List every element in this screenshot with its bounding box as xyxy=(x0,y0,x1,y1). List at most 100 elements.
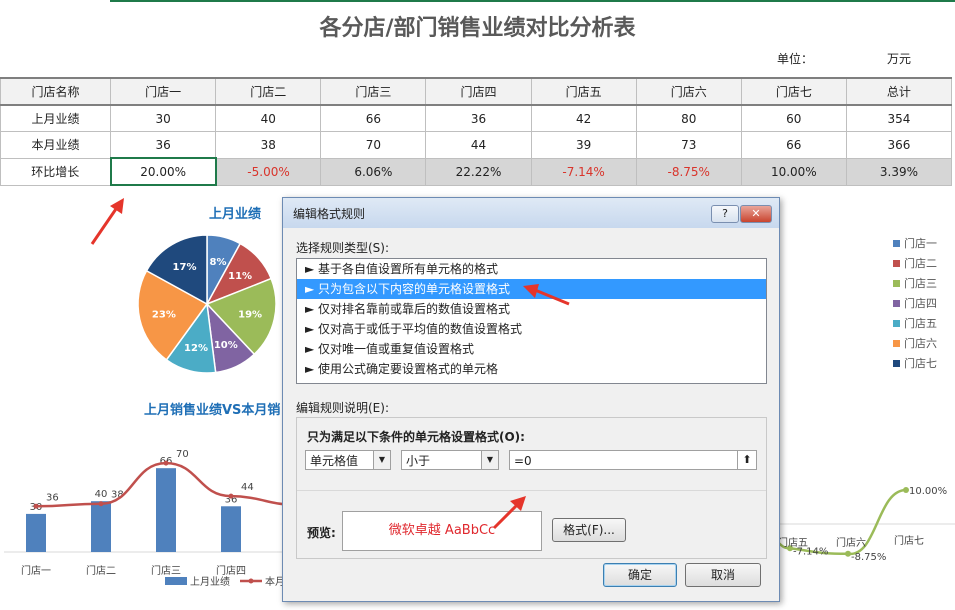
cell-value-select-value: 单元格值 xyxy=(310,454,359,468)
table-cell[interactable]: 60 xyxy=(740,104,847,132)
legend-item: 门店六 xyxy=(893,333,937,353)
table-row: 本月业绩 36 38 70 44 39 73 66 366 xyxy=(0,131,953,159)
pie-slice-label: 12% xyxy=(184,343,208,354)
pie-slice-label: 17% xyxy=(173,262,197,273)
ok-button[interactable]: 确定 xyxy=(603,563,677,587)
legend-label: 门店二 xyxy=(904,257,937,270)
unit-label: 单位： xyxy=(777,52,814,66)
table-cell[interactable]: 6.06% xyxy=(320,157,427,186)
table-cell[interactable]: -8.75% xyxy=(635,157,742,186)
header-cell[interactable]: 门店四 xyxy=(425,77,532,106)
x-tick-label: 门店三 xyxy=(151,564,181,577)
growth-line-chart[interactable]: -7.14%门店五-8.75%门店六10.00%门店七 xyxy=(778,470,955,580)
cell-value-select[interactable]: 单元格值 ▼ xyxy=(305,450,391,470)
table-cell[interactable]: 354 xyxy=(845,104,953,132)
row-label[interactable]: 本月业绩 xyxy=(0,131,112,159)
cancel-button[interactable]: 取消 xyxy=(685,563,761,587)
legend-swatch xyxy=(165,577,187,585)
dialog-title: 编辑格式规则 xyxy=(293,206,366,221)
legend-swatch xyxy=(893,319,900,327)
value-input[interactable]: =0 ⬆ xyxy=(509,450,757,470)
legend-label: 门店四 xyxy=(904,297,937,310)
pie-slice-label: 19% xyxy=(238,310,262,321)
table-cell-selected[interactable]: 20.00% xyxy=(109,157,217,186)
legend-swatch xyxy=(248,578,254,584)
table-cell[interactable]: 38 xyxy=(215,131,322,159)
rule-type-item[interactable]: ► 基于各自值设置所有单元格的格式 xyxy=(297,259,766,279)
x-tick-label: 门店七 xyxy=(894,534,924,547)
chevron-down-icon[interactable]: ▼ xyxy=(481,451,498,469)
rule-type-item[interactable]: ► 仅对高于或低于平均值的数值设置格式 xyxy=(297,319,766,339)
chevron-down-icon[interactable]: ▼ xyxy=(373,451,390,469)
line-point[interactable] xyxy=(33,503,39,509)
header-cell[interactable]: 门店一 xyxy=(110,77,217,106)
sales-table: 门店名称 门店一 门店二 门店三 门店四 门店五 门店六 门店七 总计 上月业绩… xyxy=(0,77,953,186)
dialog-titlebar[interactable]: 编辑格式规则 xyxy=(283,198,779,228)
row-label[interactable]: 环比增长 xyxy=(0,157,112,186)
legend-item: 门店五 xyxy=(893,313,937,333)
table-cell[interactable]: -7.14% xyxy=(530,157,637,186)
table-cell[interactable]: 66 xyxy=(740,131,847,159)
header-cell[interactable]: 门店二 xyxy=(215,77,322,106)
table-cell[interactable]: 36 xyxy=(425,104,532,132)
legend-label: 门店一 xyxy=(904,237,937,250)
table-cell[interactable]: 39 xyxy=(530,131,637,159)
edit-description-label: 编辑规则说明(E): xyxy=(296,401,389,415)
line-data-label: 44 xyxy=(241,482,254,493)
sheet-title: 各分店/部门销售业绩对比分析表 xyxy=(319,16,636,41)
table-cell[interactable]: 22.22% xyxy=(425,157,532,186)
table-cell[interactable]: 36 xyxy=(110,131,217,159)
header-cell[interactable]: 门店三 xyxy=(320,77,427,106)
line-data-label: -8.75% xyxy=(851,552,886,563)
line-point[interactable] xyxy=(228,493,234,499)
legend-label: 上月业绩 xyxy=(190,575,230,588)
rule-type-list[interactable]: ► 基于各自值设置所有单元格的格式 ► 只为包含以下内容的单元格设置格式 ► 仅… xyxy=(296,258,767,384)
table-cell[interactable]: 73 xyxy=(635,131,742,159)
table-cell[interactable]: 30 xyxy=(110,104,217,132)
header-cell[interactable]: 门店五 xyxy=(530,77,637,106)
format-button[interactable]: 格式(F)... xyxy=(552,518,626,542)
table-cell[interactable]: -5.00% xyxy=(215,157,322,186)
sheet-top-border xyxy=(110,0,955,2)
rule-type-item[interactable]: ► 仅对唯一值或重复值设置格式 xyxy=(297,339,766,359)
bar[interactable] xyxy=(91,501,111,552)
table-cell[interactable]: 366 xyxy=(845,131,953,159)
line-point[interactable] xyxy=(163,460,169,466)
header-cell[interactable]: 门店名称 xyxy=(0,77,112,106)
table-cell[interactable]: 70 xyxy=(320,131,427,159)
bar[interactable] xyxy=(26,513,46,552)
close-button[interactable]: ✕ xyxy=(740,205,772,223)
table-cell[interactable]: 66 xyxy=(320,104,427,132)
operator-select[interactable]: 小于 ▼ xyxy=(401,450,499,470)
legend-label: 门店五 xyxy=(904,317,937,330)
x-tick-label: 门店一 xyxy=(21,564,51,577)
legend-item: 门店二 xyxy=(893,253,937,273)
line-data-label: 70 xyxy=(176,449,189,460)
operator-select-value: 小于 xyxy=(406,454,431,468)
unit-value: 万元 xyxy=(887,52,912,66)
header-cell[interactable]: 门店六 xyxy=(635,77,742,106)
bar[interactable] xyxy=(156,468,176,552)
table-cell[interactable]: 44 xyxy=(425,131,532,159)
legend-item: 门店三 xyxy=(893,273,937,293)
table-cell[interactable]: 40 xyxy=(215,104,322,132)
header-cell[interactable]: 门店七 xyxy=(740,77,847,106)
pie-slice-label: 23% xyxy=(152,310,176,321)
table-cell[interactable]: 80 xyxy=(635,104,742,132)
rule-type-item[interactable]: ► 使用公式确定要设置格式的单元格 xyxy=(297,359,766,379)
x-tick-label: 门店五 xyxy=(778,536,808,549)
pie-chart[interactable]: 8%11% 19% 10% 12% 23% 17% xyxy=(135,232,280,377)
combo-chart[interactable]: 3036门店一4038门店二6670门店三3644门店四上月业绩本月 xyxy=(0,420,285,610)
row-label[interactable]: 上月业绩 xyxy=(0,104,112,132)
bar[interactable] xyxy=(221,506,241,552)
legend-label: 门店七 xyxy=(904,357,937,370)
table-cell[interactable]: 3.39% xyxy=(845,157,953,186)
range-picker-icon[interactable]: ⬆ xyxy=(737,451,756,469)
annotation-arrow xyxy=(492,496,526,530)
legend-item: 门店七 xyxy=(893,353,937,373)
line-point[interactable] xyxy=(98,501,104,507)
table-cell[interactable]: 10.00% xyxy=(740,157,847,186)
header-cell[interactable]: 总计 xyxy=(845,77,953,106)
table-cell[interactable]: 42 xyxy=(530,104,637,132)
help-button[interactable]: ? xyxy=(711,205,739,223)
